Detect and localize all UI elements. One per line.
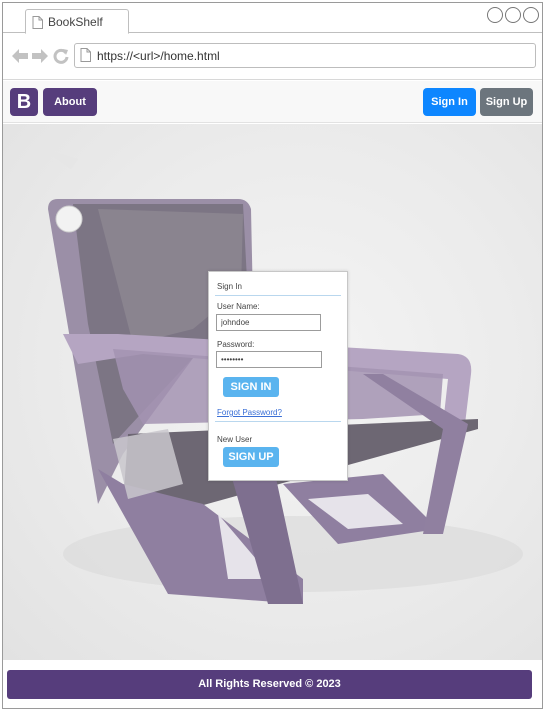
reload-icon[interactable]: [53, 48, 69, 64]
sign-in-nav-button[interactable]: Sign In: [423, 88, 476, 116]
password-label: Password:: [217, 340, 255, 349]
login-header: Sign In: [217, 282, 242, 291]
tab-title: BookShelf: [48, 15, 103, 29]
url-bar: https://<url>/home.html: [3, 34, 542, 80]
login-card: Sign In User Name: Password: SIGN IN For…: [208, 271, 348, 481]
hero-image: Sign In User Name: Password: SIGN IN For…: [3, 124, 542, 660]
arrow-right-icon[interactable]: [31, 48, 49, 64]
window-control-icon[interactable]: [487, 7, 503, 23]
site-navbar: B About Sign In Sign Up: [3, 81, 542, 123]
sign-up-button[interactable]: SIGN UP: [223, 447, 279, 467]
brand-logo[interactable]: B: [10, 88, 38, 116]
new-user-label: New User: [217, 435, 253, 444]
footer-bar: All Rights Reserved © 2023: [7, 670, 532, 699]
document-icon: [80, 48, 91, 62]
window-controls: [487, 7, 539, 23]
username-label: User Name:: [217, 302, 260, 311]
document-icon: [32, 16, 43, 29]
tab-strip: BookShelf: [3, 3, 542, 34]
window-control-icon[interactable]: [505, 7, 521, 23]
arrow-left-icon[interactable]: [11, 48, 29, 64]
about-button[interactable]: About: [43, 88, 97, 116]
browser-tab[interactable]: BookShelf: [25, 9, 129, 34]
divider: [215, 421, 341, 422]
forgot-password-link[interactable]: Forgot Password?: [217, 408, 282, 417]
username-field[interactable]: [216, 314, 321, 331]
password-field[interactable]: [216, 351, 322, 368]
window-control-icon[interactable]: [523, 7, 539, 23]
address-field[interactable]: https://<url>/home.html: [74, 43, 536, 68]
browser-window: BookShelf https://<url>/home.html B Abou…: [2, 2, 543, 709]
sign-in-button[interactable]: SIGN IN: [223, 377, 279, 397]
url-text: https://<url>/home.html: [97, 49, 220, 63]
sign-up-nav-button[interactable]: Sign Up: [480, 88, 533, 116]
divider: [215, 295, 341, 296]
